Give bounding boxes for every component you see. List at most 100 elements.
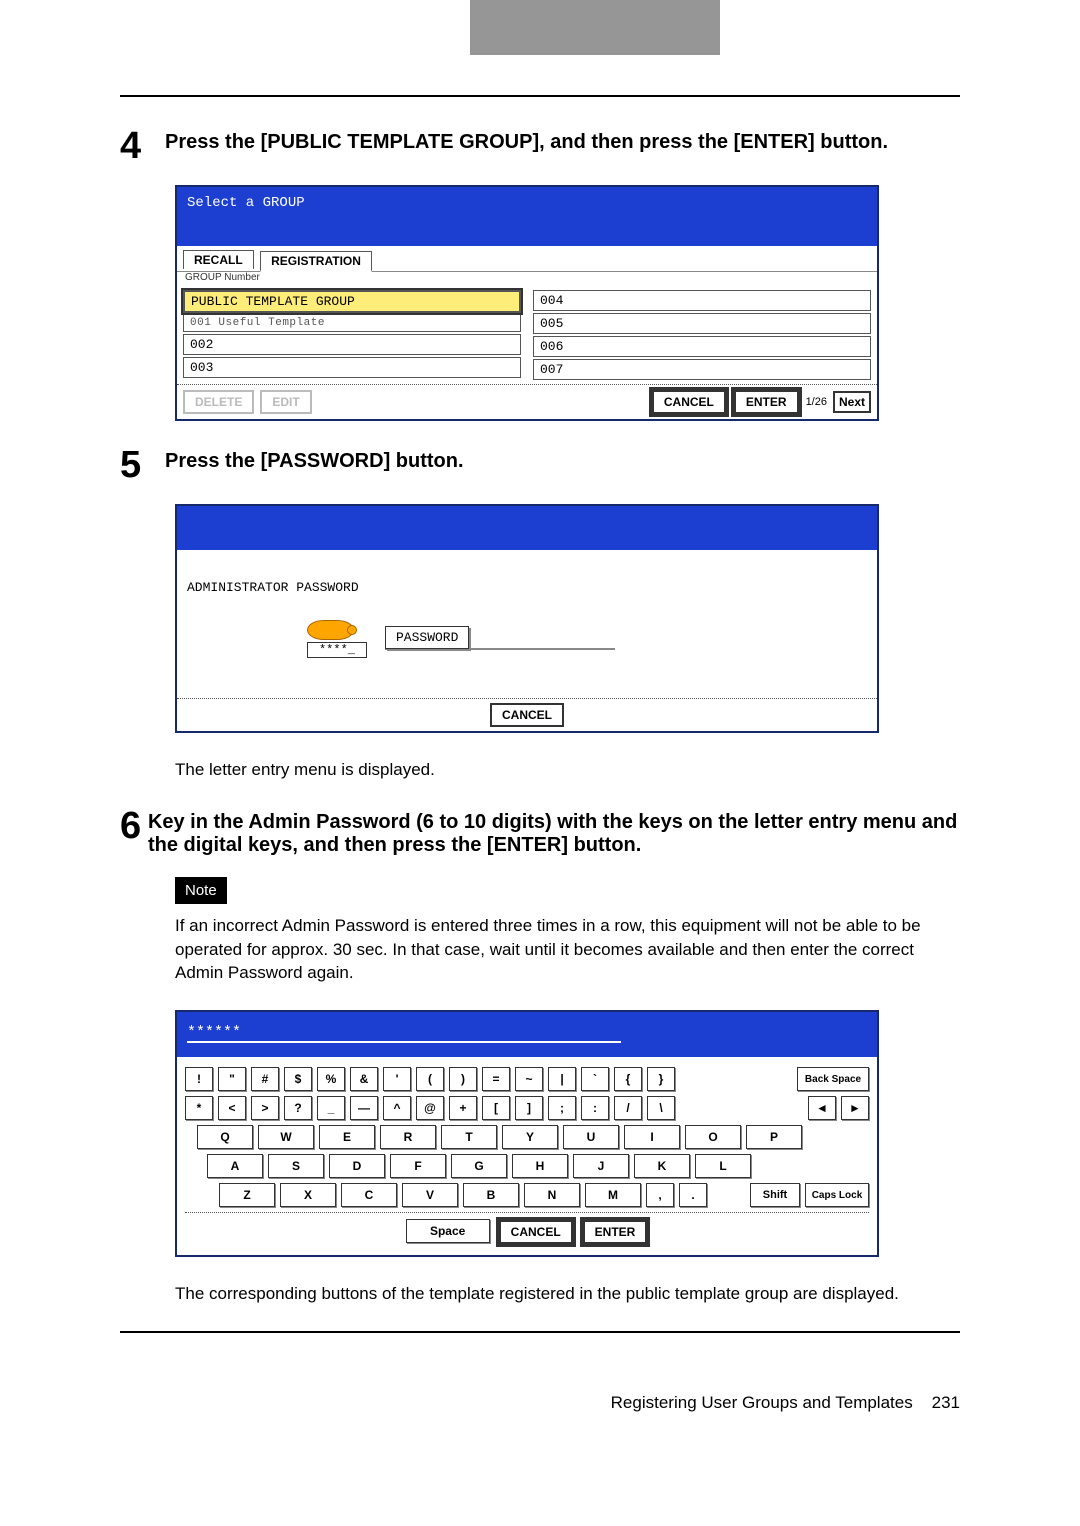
- key-sym[interactable]: ': [383, 1067, 411, 1091]
- key-k[interactable]: K: [634, 1154, 690, 1178]
- kb-row-3: Q W E R T Y U I O P: [185, 1125, 869, 1149]
- list-item-005[interactable]: 005: [533, 313, 871, 334]
- list-item-004[interactable]: 004: [533, 290, 871, 311]
- key-u[interactable]: U: [563, 1125, 619, 1149]
- key-o[interactable]: O: [685, 1125, 741, 1149]
- key-sym[interactable]: ;: [548, 1096, 576, 1120]
- list-item-public-template[interactable]: PUBLIC TEMPLATE GROUP: [183, 290, 521, 313]
- delete-button[interactable]: DELETE: [183, 390, 254, 414]
- key-f[interactable]: F: [390, 1154, 446, 1178]
- key-period[interactable]: .: [679, 1183, 707, 1207]
- key-i[interactable]: I: [624, 1125, 680, 1149]
- key-b[interactable]: B: [463, 1183, 519, 1207]
- key-sym[interactable]: %: [317, 1067, 345, 1091]
- key-sym[interactable]: @: [416, 1096, 444, 1120]
- key-sym[interactable]: &: [350, 1067, 378, 1091]
- password-toolbar: CANCEL: [177, 698, 877, 731]
- kb-row-1: ! " # $ % & ' ( ) = ~ | ` { } Back Space: [185, 1067, 869, 1091]
- key-sym[interactable]: ~: [515, 1067, 543, 1091]
- enter-button[interactable]: ENTER: [733, 389, 800, 415]
- key-s[interactable]: S: [268, 1154, 324, 1178]
- key-comma[interactable]: ,: [646, 1183, 674, 1207]
- shift-key[interactable]: Shift: [750, 1183, 800, 1207]
- key-v[interactable]: V: [402, 1183, 458, 1207]
- password-icon-wrap: ****_: [307, 620, 367, 658]
- key-sym[interactable]: $: [284, 1067, 312, 1091]
- key-sym[interactable]: |: [548, 1067, 576, 1091]
- list-item-002[interactable]: 002: [183, 334, 521, 355]
- key-sym[interactable]: }: [647, 1067, 675, 1091]
- key-d[interactable]: D: [329, 1154, 385, 1178]
- key-sym[interactable]: <: [218, 1096, 246, 1120]
- step-5-title: Press the [PASSWORD] button.: [165, 446, 464, 484]
- list-item-007[interactable]: 007: [533, 359, 871, 380]
- key-sym[interactable]: :: [581, 1096, 609, 1120]
- key-sym[interactable]: /: [614, 1096, 642, 1120]
- list-item-001[interactable]: 001 Useful Template: [183, 315, 521, 332]
- page-content: 4 Press the [PUBLIC TEMPLATE GROUP], and…: [0, 95, 1080, 1383]
- footer-page: 231: [932, 1393, 960, 1412]
- password-cancel-button[interactable]: CANCEL: [490, 703, 564, 727]
- step-6-title: Key in the Admin Password (6 to 10 digit…: [148, 807, 960, 857]
- key-x[interactable]: X: [280, 1183, 336, 1207]
- key-sym[interactable]: =: [482, 1067, 510, 1091]
- next-button[interactable]: Next: [833, 391, 871, 413]
- key-h[interactable]: H: [512, 1154, 568, 1178]
- key-c[interactable]: C: [341, 1183, 397, 1207]
- key-m[interactable]: M: [585, 1183, 641, 1207]
- key-sym[interactable]: [: [482, 1096, 510, 1120]
- key-l[interactable]: L: [695, 1154, 751, 1178]
- key-q[interactable]: Q: [197, 1125, 253, 1149]
- key-y[interactable]: Y: [502, 1125, 558, 1149]
- key-sym[interactable]: ": [218, 1067, 246, 1091]
- key-sym[interactable]: *: [185, 1096, 213, 1120]
- key-r[interactable]: R: [380, 1125, 436, 1149]
- step-4-number: 4: [120, 127, 165, 165]
- key-sym[interactable]: `: [581, 1067, 609, 1091]
- password-row: ****_ PASSWORD: [187, 620, 867, 658]
- key-sym[interactable]: >: [251, 1096, 279, 1120]
- backspace-key[interactable]: Back Space: [797, 1067, 869, 1091]
- kb-cancel-button[interactable]: CANCEL: [498, 1219, 574, 1245]
- keyboard-dialog: ****** ! " # $ % & ' ( ) = ~ | ` { } Bac…: [175, 1010, 879, 1257]
- key-sym[interactable]: \: [647, 1096, 675, 1120]
- key-sym[interactable]: !: [185, 1067, 213, 1091]
- key-n[interactable]: N: [524, 1183, 580, 1207]
- key-sym[interactable]: #: [251, 1067, 279, 1091]
- key-z[interactable]: Z: [219, 1183, 275, 1207]
- key-p[interactable]: P: [746, 1125, 802, 1149]
- kb-row-4: A S D F G H J K L: [185, 1154, 869, 1178]
- step-5: 5 Press the [PASSWORD] button.: [120, 446, 960, 484]
- capslock-key[interactable]: Caps Lock: [805, 1183, 869, 1207]
- key-j[interactable]: J: [573, 1154, 629, 1178]
- key-a[interactable]: A: [207, 1154, 263, 1178]
- group-list: PUBLIC TEMPLATE GROUP 001 Useful Templat…: [177, 286, 877, 384]
- step6-after-text: The corresponding buttons of the templat…: [175, 1282, 960, 1306]
- arrow-left-key[interactable]: ◄: [808, 1096, 836, 1120]
- cancel-button[interactable]: CANCEL: [651, 389, 727, 415]
- key-sym[interactable]: —: [350, 1096, 378, 1120]
- key-sym[interactable]: +: [449, 1096, 477, 1120]
- key-e[interactable]: E: [319, 1125, 375, 1149]
- key-sym[interactable]: ): [449, 1067, 477, 1091]
- tab-registration[interactable]: REGISTRATION: [260, 251, 372, 272]
- key-sym[interactable]: ]: [515, 1096, 543, 1120]
- step-5-number: 5: [120, 446, 165, 484]
- kb-enter-button[interactable]: ENTER: [582, 1219, 649, 1245]
- space-key[interactable]: Space: [406, 1219, 490, 1243]
- list-item-006[interactable]: 006: [533, 336, 871, 357]
- key-sym[interactable]: ?: [284, 1096, 312, 1120]
- key-w[interactable]: W: [258, 1125, 314, 1149]
- list-item-003[interactable]: 003: [183, 357, 521, 378]
- edit-button[interactable]: EDIT: [260, 390, 311, 414]
- key-g[interactable]: G: [451, 1154, 507, 1178]
- arrow-right-key[interactable]: ►: [841, 1096, 869, 1120]
- key-sym[interactable]: {: [614, 1067, 642, 1091]
- key-sym[interactable]: _: [317, 1096, 345, 1120]
- tab-recall[interactable]: RECALL: [183, 250, 254, 269]
- key-t[interactable]: T: [441, 1125, 497, 1149]
- key-sym[interactable]: (: [416, 1067, 444, 1091]
- password-button[interactable]: PASSWORD: [385, 626, 469, 649]
- step5-after-text: The letter entry menu is displayed.: [175, 758, 960, 782]
- key-sym[interactable]: ^: [383, 1096, 411, 1120]
